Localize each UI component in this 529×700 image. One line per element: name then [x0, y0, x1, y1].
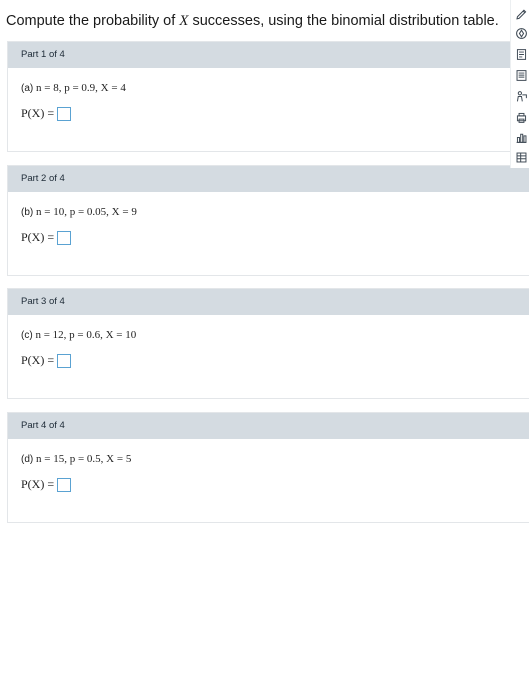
part-3-header: Part 3 of 4	[8, 289, 529, 315]
part-1-answer-input[interactable]	[57, 106, 72, 121]
part-2-panel: Part 2 of 4 (b) n = 10, p = 0.05, X = 9 …	[7, 165, 529, 276]
part-3-question: (c) n = 12, p = 0.6, X = 10	[21, 329, 137, 341]
bar-chart-icon[interactable]	[514, 130, 528, 144]
part-3-answer-label: P(X) =	[21, 353, 55, 367]
part-1-params: n = 8, p = 0.9, X = 4	[36, 82, 126, 94]
part-4-answer-row: P(X) =	[21, 477, 72, 492]
part-2-params: n = 10, p = 0.05, X = 9	[36, 206, 137, 218]
part-2-answer-label: P(X) =	[21, 230, 55, 244]
part-3-answer-input[interactable]	[57, 353, 72, 368]
table-icon[interactable]	[514, 150, 528, 164]
part-1-panel: Part 1 of 4 (a) n = 8, p = 0.9, X = 4 P(…	[7, 41, 529, 152]
part-4-answer-input[interactable]	[57, 477, 72, 492]
part-2-question: (b) n = 10, p = 0.05, X = 9	[21, 206, 137, 218]
compass-icon[interactable]	[514, 26, 528, 40]
part-1-header: Part 1 of 4	[8, 42, 529, 68]
part-4-header: Part 4 of 4	[8, 413, 529, 439]
part-4-question: (d) n = 15, p = 0.5, X = 5	[21, 453, 132, 465]
document-icon[interactable]	[514, 68, 528, 82]
part-3-params: n = 12, p = 0.6, X = 10	[35, 329, 137, 341]
part-1-answer-label: P(X) =	[21, 106, 55, 120]
part-1-answer-row: P(X) =	[21, 106, 72, 121]
part-4-params: n = 15, p = 0.5, X = 5	[36, 453, 132, 465]
part-2-answer-row: P(X) =	[21, 230, 72, 245]
tool-strip	[510, 0, 529, 168]
part-3-panel: Part 3 of 4 (c) n = 12, p = 0.6, X = 10 …	[7, 288, 529, 399]
part-4-answer-label: P(X) =	[21, 477, 55, 491]
part-4-panel: Part 4 of 4 (d) n = 15, p = 0.5, X = 5 P…	[7, 412, 529, 523]
part-3-answer-row: P(X) =	[21, 353, 72, 368]
print-icon[interactable]	[514, 110, 528, 124]
part-2-header: Part 2 of 4	[8, 166, 529, 192]
book-icon[interactable]	[514, 47, 528, 61]
pencil-icon[interactable]	[514, 6, 528, 20]
question-prompt: Compute the probability of X successes, …	[6, 13, 499, 29]
part-1-question: (a) n = 8, p = 0.9, X = 4	[21, 82, 126, 94]
part-2-answer-input[interactable]	[57, 230, 72, 245]
person-read-icon[interactable]	[514, 89, 528, 103]
